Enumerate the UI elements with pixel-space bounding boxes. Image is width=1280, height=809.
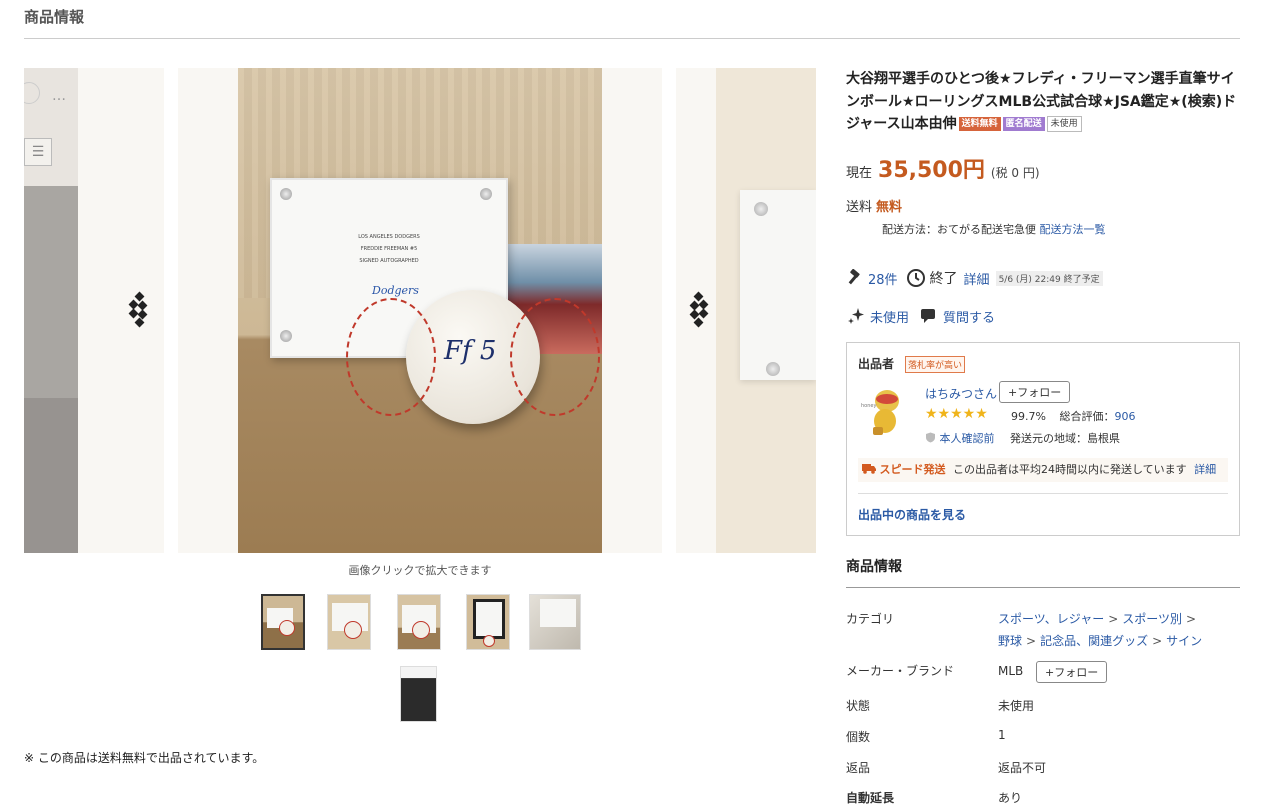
rating-summary: 99.7% 総合評価：906: [1011, 408, 1135, 424]
chat-icon: [921, 309, 936, 323]
return-label: 返品: [846, 761, 871, 775]
unused-badge: 未使用: [1046, 116, 1082, 132]
shipping-method: 配送方法：おてがる配送宅急便 配送方法一覧: [882, 221, 1106, 237]
shipping-row: 送料 無料: [846, 196, 902, 215]
shipping-label: 送料: [846, 200, 873, 215]
end-status: 終了: [929, 271, 958, 287]
signature: Ff 5: [444, 336, 497, 366]
price-label: 現在: [846, 166, 873, 181]
seller-name-link[interactable]: はちみつさん: [925, 385, 997, 402]
bid-count[interactable]: 28件: [868, 269, 898, 288]
shield-icon: [926, 432, 935, 443]
speed-shipping-bar: スピード発送 この出品者は平均24時間以内に発送しています 詳細: [858, 458, 1228, 482]
shipping-methods-link[interactable]: 配送方法一覧: [1040, 223, 1106, 236]
more-dots-icon: …: [52, 88, 67, 104]
follow-brand-button[interactable]: +フォロー: [1036, 661, 1108, 683]
follow-seller-button[interactable]: +フォロー: [999, 381, 1071, 403]
speed-shipping-label: スピード発送: [879, 463, 946, 476]
brand-label: メーカー・ブランド: [846, 664, 955, 678]
card-line: LOS ANGELES DODGERS: [358, 234, 420, 240]
gavel-icon: [848, 269, 860, 285]
category-label: カテゴリ: [846, 612, 895, 626]
anonymous-shipping-badge: 匿名配送: [1002, 117, 1045, 131]
free-shipping-badge: 送料無料: [958, 117, 1001, 131]
thumbnail[interactable]: [400, 666, 437, 722]
category-breadcrumb: スポーツ、レジャー > スポーツ別 > 野球 > 記念品、関連グッズ > サイン: [998, 612, 1203, 648]
thumbnail[interactable]: [397, 594, 441, 650]
thumbnail[interactable]: [261, 594, 305, 650]
main-photo[interactable]: LOS ANGELES DODGERS FREDDIE FREEMAN #5 S…: [238, 68, 602, 553]
dodgers-logo: Dodgers: [372, 284, 419, 297]
shipping-origin: 発送元の地域：島根県: [1010, 432, 1120, 445]
card-line: FREDDIE FREEMAN #5: [360, 246, 418, 252]
ask-question-link[interactable]: 質問する: [943, 307, 995, 326]
price-row: 現在 35,500円 (税 0 円): [846, 152, 1040, 184]
menu-icon: ☰: [24, 138, 52, 166]
verification-row: 本人確認前 発送元の地域：島根県: [925, 430, 1120, 446]
seller-flag-badge: 落札率が高い: [905, 356, 966, 373]
end-detail-link[interactable]: 詳細: [964, 269, 990, 288]
condition-value[interactable]: 未使用: [998, 697, 1034, 714]
positive-rate: 99.7%: [1011, 410, 1046, 423]
free-shipping-note: ※ この商品は送料無料で出品されています。: [24, 751, 265, 765]
baseball: Ff 5: [346, 290, 600, 424]
seller-items-link[interactable]: 出品中の商品を見る: [858, 506, 966, 523]
next-arrow-icon[interactable]: [688, 291, 712, 330]
total-rating-label: 総合評価：: [1059, 410, 1115, 423]
current-price: 35,500円: [878, 158, 985, 183]
image-gallery: … ☰ LOS ANGELES DODGERS FREDDIE FREEMAN …: [24, 68, 816, 553]
thumbnail[interactable]: [327, 594, 371, 650]
tax-note: (税 0 円): [990, 166, 1040, 180]
seller-box: 出品者 落札率が高い honey はちみつさん +フォロー ★★★★★ 99.7…: [846, 342, 1240, 536]
next-photo: [716, 68, 816, 553]
svg-text:honey: honey: [861, 403, 876, 409]
category-link[interactable]: スポーツ、レジャー: [998, 612, 1104, 626]
speed-detail-link[interactable]: 詳細: [1194, 463, 1216, 476]
seller-avatar[interactable]: honey: [859, 387, 905, 437]
prev-arrow-icon[interactable]: [127, 291, 151, 330]
item-title: 大谷翔平選手のひとつ後★フレディ・フリーマン選手直筆サインボール★ローリングスM…: [846, 68, 1240, 136]
identity-status[interactable]: 本人確認前: [940, 432, 995, 445]
total-rating-link[interactable]: 906: [1114, 410, 1135, 423]
speed-shipping-text: この出品者は平均24時間以内に発送しています: [953, 463, 1187, 476]
condition-tag[interactable]: 未使用: [870, 307, 909, 326]
seller-heading: 出品者: [858, 357, 895, 371]
brand-link[interactable]: MLB: [998, 664, 1023, 678]
rating-stars-icon: ★★★★★: [925, 406, 988, 422]
main-slide[interactable]: LOS ANGELES DODGERS FREDDIE FREEMAN #5 S…: [178, 68, 662, 553]
shipping-value: 無料: [876, 200, 903, 215]
shipping-method-text: 配送方法：おてがる配送宅急便: [882, 223, 1036, 236]
section-heading: 商品情報: [24, 8, 85, 26]
quantity-value: 1: [998, 728, 1006, 742]
category-link[interactable]: 野球: [998, 634, 1022, 648]
return-value: 返品不可: [998, 761, 1047, 775]
category-link[interactable]: スポーツ別: [1122, 612, 1182, 626]
clock-icon: [906, 269, 925, 287]
zoom-caption: 画像クリックで拡大できます: [348, 564, 492, 577]
truck-icon: [862, 464, 876, 474]
bid-status-row: 28件 終了 詳細 5/6 (月) 22:49 終了予定: [846, 268, 1103, 288]
heading-divider: [24, 38, 1240, 39]
thumbnail[interactable]: [466, 594, 510, 650]
info-heading: 商品情報: [846, 559, 902, 575]
seller-box-divider: [858, 493, 1228, 494]
auto-extend-value: あり: [998, 791, 1023, 805]
auto-extend-label[interactable]: 自動延長: [846, 789, 894, 806]
category-link[interactable]: サイン: [1166, 634, 1202, 648]
quantity-label: 個数: [846, 730, 871, 744]
condition-question-row: 未使用 質問する: [846, 306, 995, 326]
card-line: SIGNED AUTOGRAPHED: [359, 258, 419, 264]
sparkle-icon: [848, 308, 864, 324]
info-divider: [846, 587, 1240, 588]
thumbnail[interactable]: [529, 594, 581, 650]
condition-label: 状態: [846, 699, 871, 713]
category-link[interactable]: 記念品、関連グッズ: [1040, 634, 1148, 648]
end-date: 5/6 (月) 22:49 終了予定: [995, 270, 1103, 286]
